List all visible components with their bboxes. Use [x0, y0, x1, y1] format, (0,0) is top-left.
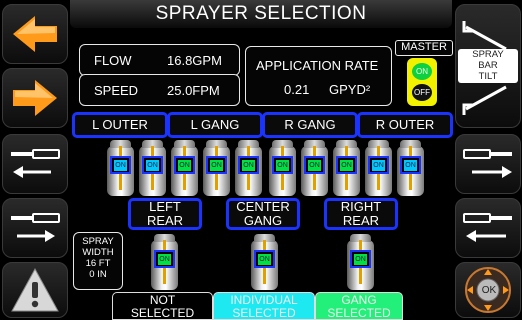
nozzle-on-indicator: ON — [206, 156, 227, 174]
flow-label: FLOW — [94, 53, 132, 68]
nozzle-on-indicator: ON — [254, 250, 275, 268]
gang-button-l-outer[interactable]: L OUTER — [72, 112, 168, 138]
retract-left-side-button[interactable] — [455, 198, 521, 258]
legend-gang-selected: GANG SELECTED — [315, 292, 403, 320]
top-nozzle[interactable]: ON — [333, 140, 360, 196]
top-nozzle[interactable]: ON — [235, 140, 262, 196]
top-nozzle[interactable]: ON — [365, 140, 392, 196]
speed-box: SPEED 25.0FPM — [79, 74, 240, 106]
spray-width-button[interactable]: SPRAY WIDTH 16 FT 0 IN — [73, 232, 123, 290]
rear-nozzle[interactable]: ON — [251, 234, 278, 290]
rear-nozzle[interactable]: ON — [347, 234, 374, 290]
top-nozzle[interactable]: ON — [203, 140, 230, 196]
application-rate-label: APPLICATION RATE — [256, 58, 379, 73]
rear-group-center-gang[interactable]: CENTER GANG — [226, 198, 300, 230]
nozzle-on-indicator: ON — [142, 156, 163, 174]
gang-button-r-outer[interactable]: R OUTER — [357, 112, 453, 138]
master-label: MASTER — [401, 41, 447, 53]
flow-box: FLOW 16.8GPM — [79, 44, 240, 76]
nozzle-on-indicator: ON — [238, 156, 259, 174]
nozzle-on-label: ON — [404, 159, 417, 171]
master-label-box: MASTER — [395, 40, 453, 56]
nozzle-on-label: ON — [114, 159, 127, 171]
arrow-left-icon — [13, 16, 57, 52]
top-nozzle[interactable]: ON — [397, 140, 424, 196]
nozzle-on-label: ON — [146, 159, 159, 171]
nozzle-on-indicator: ON — [304, 156, 325, 174]
extend-right-button[interactable] — [2, 198, 68, 258]
nozzle-on-label: ON — [178, 159, 191, 171]
orange-right-arrow-button[interactable] — [2, 68, 68, 128]
master-off-button[interactable]: OFF — [412, 84, 432, 101]
nozzle-on-label: ON — [340, 159, 353, 171]
nozzle-on-label: ON — [372, 159, 385, 171]
nozzle-on-label: ON — [210, 159, 223, 171]
master-on-button[interactable]: ON — [412, 63, 432, 80]
nozzle-on-indicator: ON — [336, 156, 357, 174]
rear-group-right-rear[interactable]: RIGHT REAR — [324, 198, 398, 230]
gang-button-r-gang[interactable]: R GANG — [262, 112, 358, 138]
nozzle-on-indicator: ON — [272, 156, 293, 174]
arrow-right-icon — [13, 80, 57, 116]
retract-left-button[interactable] — [2, 134, 68, 194]
extend-right-icon — [463, 149, 512, 178]
gang-button-l-gang[interactable]: L GANG — [167, 112, 263, 138]
retract-left-icon — [463, 213, 512, 242]
nozzle-on-indicator: ON — [110, 156, 131, 174]
application-rate-value: 0.21 — [284, 82, 310, 97]
nozzle-on-label: ON — [276, 159, 289, 171]
nozzle-on-label: ON — [242, 159, 255, 171]
nozzle-on-indicator: ON — [350, 250, 371, 268]
ok-dpad-button[interactable]: OK — [455, 262, 521, 318]
nozzle-on-label: ON — [354, 253, 367, 265]
application-rate-box: APPLICATION RATE 0.21 GPYD² — [245, 46, 392, 106]
application-rate-unit: GPYD² — [329, 82, 371, 97]
legend-individual-selected: INDIVIDUAL SELECTED — [213, 292, 315, 320]
top-nozzle[interactable]: ON — [139, 140, 166, 196]
nozzle-on-indicator: ON — [174, 156, 195, 174]
ok-label: OK — [481, 285, 497, 296]
speed-label: SPEED — [94, 83, 139, 98]
warning-button[interactable] — [2, 262, 68, 318]
title-bar: SPRAYER SELECTION — [70, 0, 452, 28]
nozzle-on-indicator: ON — [368, 156, 389, 174]
orange-left-arrow-button[interactable] — [2, 4, 68, 64]
top-nozzle[interactable]: ON — [107, 140, 134, 196]
nozzle-on-label: ON — [158, 253, 171, 265]
rear-nozzle[interactable]: ON — [151, 234, 178, 290]
top-nozzle[interactable]: ON — [171, 140, 198, 196]
rear-group-left-rear[interactable]: LEFT REAR — [128, 198, 202, 230]
extend-right-side-button[interactable] — [455, 134, 521, 194]
spray-bar-tilt-label: SPRAY BAR TILT — [458, 49, 518, 83]
top-nozzle[interactable]: ON — [301, 140, 328, 196]
spray-bar-tilt-button[interactable]: SPRAY BAR TILT — [455, 4, 521, 128]
warning-icon — [11, 267, 59, 312]
master-switch[interactable]: ON OFF — [407, 58, 437, 106]
nozzle-on-label: ON — [308, 159, 321, 171]
nozzle-on-indicator: ON — [400, 156, 421, 174]
legend-not-selected: NOT SELECTED — [112, 292, 213, 320]
retract-left-icon — [11, 149, 60, 178]
top-nozzle[interactable]: ON — [269, 140, 296, 196]
nozzle-on-indicator: ON — [154, 250, 175, 268]
page-title: SPRAYER SELECTION — [155, 3, 367, 24]
speed-value: 25.0FPM — [167, 83, 220, 98]
extend-right-icon — [11, 213, 60, 242]
nozzle-on-label: ON — [258, 253, 271, 265]
flow-value: 16.8GPM — [167, 53, 222, 68]
